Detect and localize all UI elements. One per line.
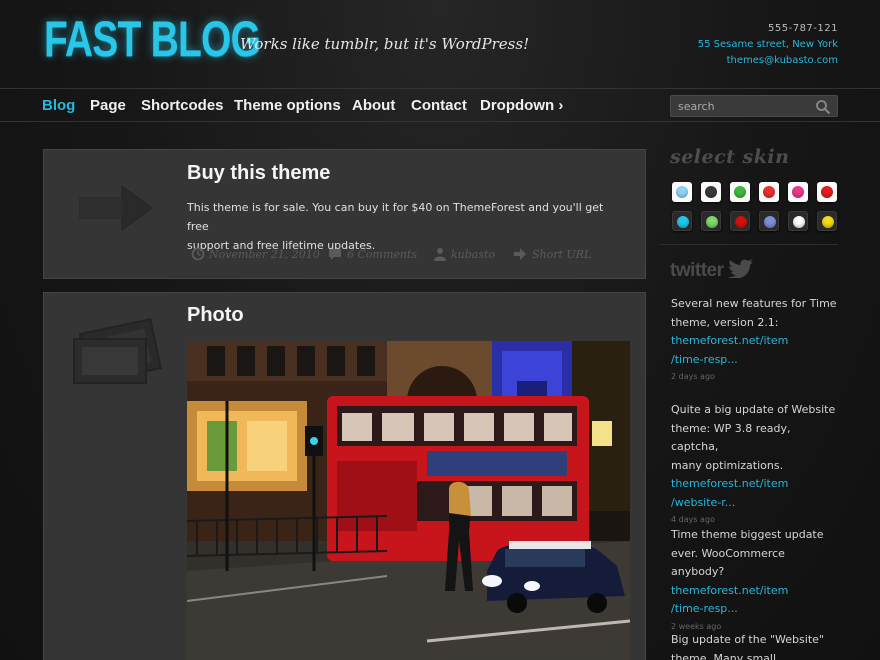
nav-item-page[interactable]: Page [90,97,126,114]
site-logo[interactable]: FAST BLOG [44,14,261,64]
nav-item-contact[interactable]: Contact [411,97,467,114]
clock-icon [191,247,205,261]
address-link[interactable]: 55 Sesame street, New York [698,37,838,53]
post-title[interactable]: Buy this theme [187,162,330,185]
skin-color-dot [705,186,717,198]
post-date: November 21, 2010 [209,248,320,261]
sidebar-divider [660,244,838,245]
skin-swatch[interactable] [817,211,837,231]
link-arrow-icon [514,248,526,260]
tweet-4: Big update of the "Website" theme. Many … [671,633,824,660]
skin-color-dot [793,216,805,228]
select-skin-heading: select skin [670,146,790,168]
tweet-link[interactable]: /website-r... [671,494,841,513]
skin-color-dot [763,186,775,198]
user-icon [434,248,446,261]
tweet-1: Several new features for Time theme, ver… [671,295,841,383]
post-photo: Photo [43,292,646,660]
tweet-link[interactable]: themeforest.net/item [671,582,841,601]
skin-swatch[interactable] [817,182,837,202]
search-input[interactable] [671,96,811,116]
nav-item-about[interactable]: About [352,97,395,114]
skin-swatch[interactable] [759,211,779,231]
tweet-date: 4 days ago [671,515,715,524]
twitter-bird-icon [728,259,754,279]
post-buy-theme: Buy this theme This theme is for sale. Y… [43,149,646,279]
nav-item-blog[interactable]: Blog [42,97,75,114]
tweet-link[interactable]: /time-resp... [671,600,841,619]
skin-swatch[interactable] [672,211,692,231]
skin-swatch[interactable] [672,182,692,202]
nav-item-shortcodes[interactable]: Shortcodes [141,97,224,114]
nav-item-dropdown[interactable]: Dropdown › [480,97,563,114]
skin-color-dot [792,186,804,198]
photo-icon [73,318,162,385]
tweet-3: Time theme biggest update ever. WooComme… [671,526,841,633]
phone-number: 555-787-121 [768,23,838,34]
skin-color-dot [677,216,689,228]
skin-color-dot [821,186,833,198]
email-link[interactable]: themes@kubasto.com [698,53,838,69]
skin-swatch[interactable] [759,182,779,202]
search-box [670,95,838,117]
arrow-right-icon [79,185,153,231]
skin-color-dot [734,186,746,198]
post-photo-image[interactable] [187,341,630,660]
tweet-2: Quite a big update of Website theme: WP … [671,401,841,526]
skin-color-dot [706,216,718,228]
post-author-link[interactable]: kubasto [451,248,495,261]
main-nav: Blog Page Shortcodes Theme options About… [0,88,880,122]
short-url-link[interactable]: Short URL [532,248,591,261]
tweet-link[interactable]: /time-resp... [671,351,841,370]
skin-swatch[interactable] [730,182,750,202]
skin-color-dot [822,216,834,228]
skin-color-dot [735,216,747,228]
skin-swatch[interactable] [730,211,750,231]
post-title[interactable]: Photo [187,304,244,327]
skin-swatch[interactable] [788,182,808,202]
tweet-date: 2 days ago [671,372,715,381]
tweet-link[interactable]: themeforest.net/item [671,475,841,494]
street-photo [187,341,630,660]
comment-icon [329,249,341,260]
search-icon[interactable] [815,99,831,115]
skin-swatch[interactable] [788,211,808,231]
skin-swatch[interactable] [701,211,721,231]
post-body: This theme is for sale. You can buy it f… [187,201,604,252]
skin-swatch[interactable] [701,182,721,202]
contact-info: 555-787-121 55 Sesame street, New York t… [698,21,838,69]
nav-item-theme-options[interactable]: Theme options [234,97,341,114]
tweet-link[interactable]: themeforest.net/item [671,332,841,351]
skin-color-dot [676,186,688,198]
skin-color-dot [764,216,776,228]
site-tagline: Works like tumblr, but it's WordPress! [240,35,530,53]
twitter-heading: twitter [670,258,754,282]
post-comments-link[interactable]: 6 Comments [347,248,417,261]
